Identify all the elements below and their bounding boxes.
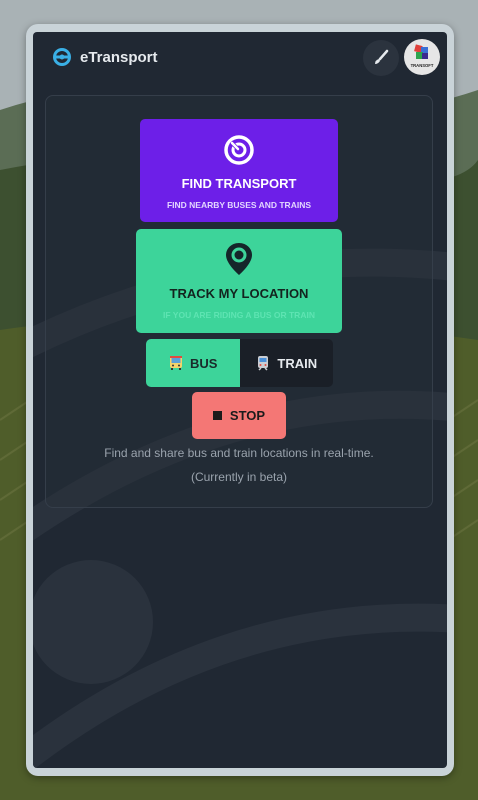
transoft-logo: TRANSOFT	[411, 44, 434, 68]
avatar[interactable]: TRANSOFT	[404, 39, 440, 75]
find-transport-label: FIND TRANSPORT	[181, 176, 297, 191]
transport-mode-toggle: BUS TRAIN	[146, 339, 333, 387]
app-window: eTransport TRANSOFT FIND TRANSPORT FIND …	[33, 32, 447, 768]
paintbrush-icon	[375, 49, 389, 64]
description-text: Find and share bus and train locations i…	[104, 446, 374, 460]
bus-option[interactable]: BUS	[146, 339, 240, 387]
train-option[interactable]: TRAIN	[239, 339, 333, 387]
svg-text:TRANSOFT: TRANSOFT	[411, 63, 434, 68]
target-icon	[224, 135, 254, 165]
steering-wheel-icon	[53, 48, 71, 66]
find-transport-subtitle: FIND NEARBY BUSES AND TRAINS	[166, 200, 312, 210]
stop-icon	[212, 411, 222, 420]
track-location-button[interactable]: TRACK MY LOCATION IF YOU ARE RIDING A BU…	[136, 229, 342, 333]
train-label: TRAIN	[277, 355, 318, 371]
bus-icon	[170, 356, 183, 370]
top-bar: eTransport TRANSOFT	[33, 32, 447, 84]
theme-button[interactable]	[363, 40, 399, 76]
track-location-label: TRACK MY LOCATION	[169, 286, 309, 301]
app-title: eTransport	[80, 49, 158, 66]
stop-label: STOP	[229, 408, 266, 423]
stop-button[interactable]: STOP	[192, 392, 286, 439]
train-icon	[258, 356, 269, 371]
beta-note: (Currently in beta)	[190, 470, 288, 484]
map-pin-icon	[226, 243, 252, 275]
find-transport-button[interactable]: FIND TRANSPORT FIND NEARBY BUSES AND TRA…	[140, 119, 338, 222]
track-location-subtitle: IF YOU ARE RIDING A BUS OR TRAIN	[163, 310, 315, 320]
bus-label: BUS	[190, 355, 218, 371]
